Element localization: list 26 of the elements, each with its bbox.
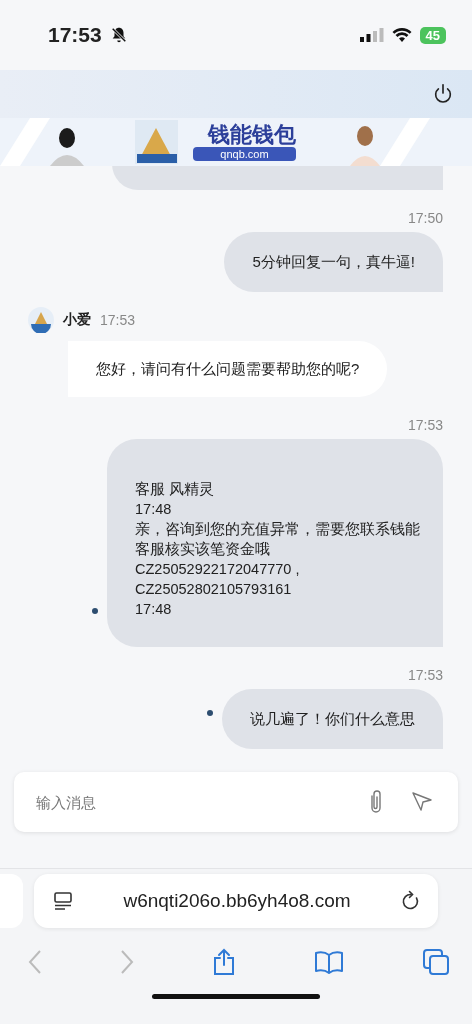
wifi-icon [391,28,412,42]
message-time: 17:50 [407,210,443,226]
avatar-icon [28,307,54,333]
page-menu-icon[interactable] [52,889,74,912]
message-time: 17:53 [100,312,136,328]
tabs-icon[interactable] [422,948,450,976]
sender-name: 小爱 [63,311,91,329]
message-bubble: 客服 风精灵 17:48 亲，咨询到您的充值异常，需要您联系钱能客服核实该笔资金哦 CZ25052922172047770 , CZ25052802105793161 17:48 [107,439,443,647]
message-bubble: 您好，请问有什么问题需要帮助您的呢? [68,341,388,397]
url-text: w6nqti206o.bb6yh4o8.com [122,889,352,912]
share-icon[interactable] [212,948,236,976]
address-bar[interactable]: w6nqti206o.bb6yh4o8.com [34,873,438,928]
banner-title: 钱能钱包 [208,121,296,149]
book-icon[interactable] [314,950,344,974]
message-time: 17:53 [407,667,443,683]
message-input[interactable]: 输入消息 [34,792,342,812]
message-time: 17:53 [407,417,443,433]
banner-url: qnqb.com [193,147,296,161]
status-time: 17:53 [48,23,102,47]
signal-icon [359,28,384,42]
battery-indicator: 45 [419,26,446,44]
power-icon[interactable] [432,83,454,105]
message-bubble: 5分钟回复一句，真牛逼! [224,232,443,292]
bell-off-icon [109,26,128,44]
message-bubble: 说几遍了！你们什么意思 [222,689,443,749]
paperclip-icon[interactable] [368,789,384,815]
